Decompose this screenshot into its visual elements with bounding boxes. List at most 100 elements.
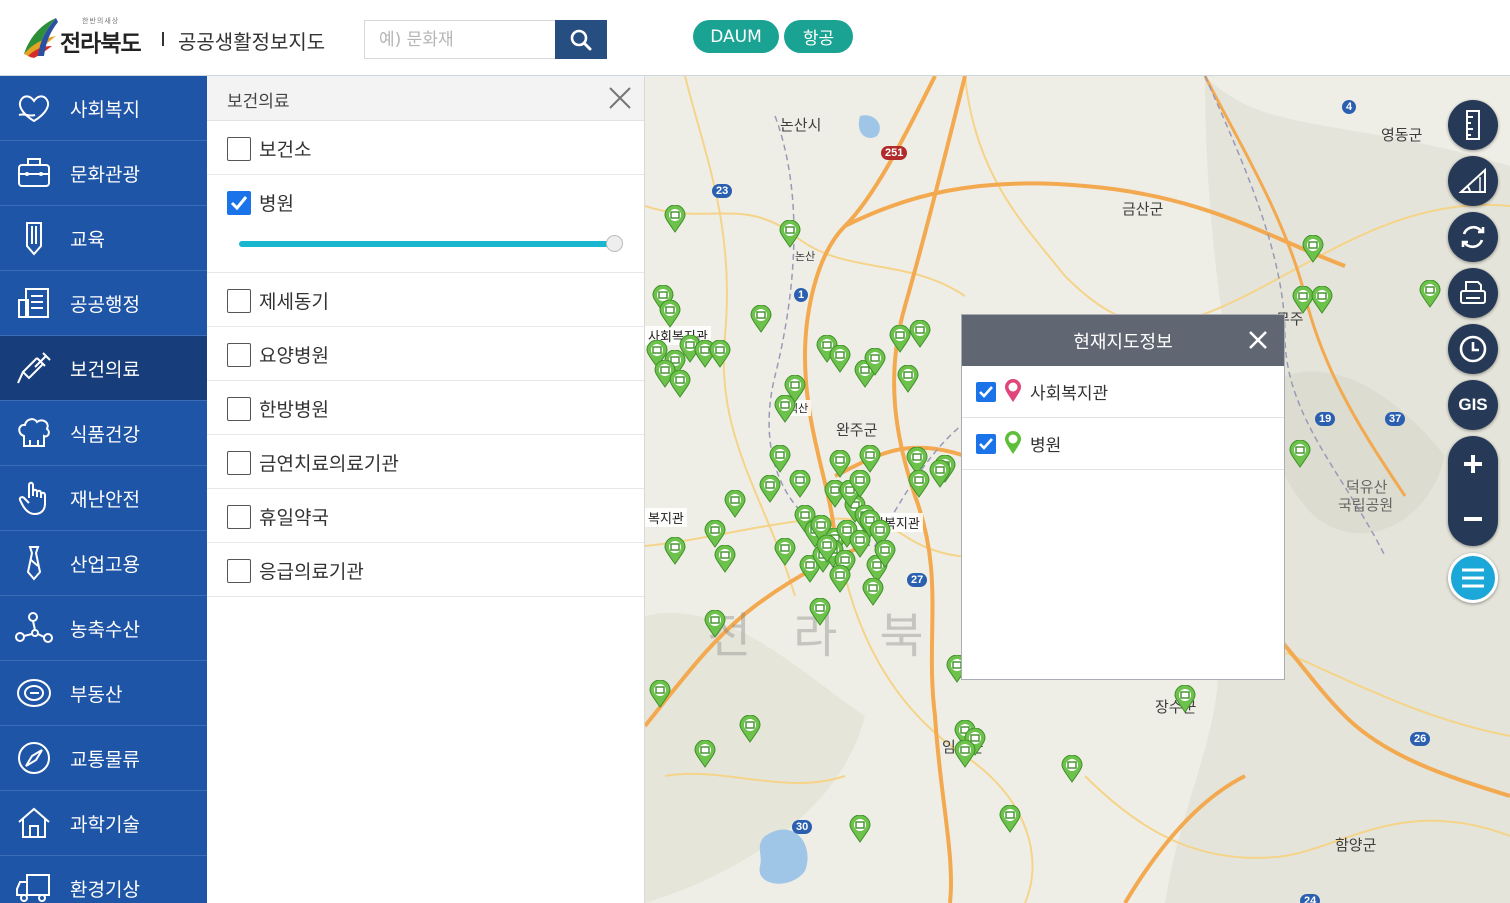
hospital-marker-icon[interactable] (1174, 685, 1196, 713)
document-building-icon (12, 283, 56, 323)
option-checkbox[interactable] (227, 343, 251, 367)
hospital-marker-icon[interactable] (789, 470, 811, 498)
close-icon[interactable] (608, 86, 632, 110)
sidebar-item-safety[interactable]: 재난안전 (0, 466, 207, 531)
option-checkbox[interactable] (227, 451, 251, 475)
zoom-out-button[interactable] (1448, 491, 1498, 546)
sidebar-item-label: 문화관광 (70, 163, 140, 186)
hospital-marker-icon[interactable] (1311, 286, 1333, 314)
panel-header: 보건의료 (207, 76, 644, 121)
sidebar-item-transport[interactable]: 교통물류 (0, 726, 207, 791)
hospital-marker-icon[interactable] (1289, 440, 1311, 468)
syringe-icon (12, 348, 56, 388)
hospital-marker-icon[interactable] (849, 470, 871, 498)
zoom-in-button[interactable] (1448, 436, 1498, 491)
hospital-marker-icon[interactable] (759, 475, 781, 503)
hospital-marker-icon[interactable] (774, 395, 796, 423)
option-checkbox[interactable] (227, 191, 251, 215)
hospital-marker-icon[interactable] (779, 220, 801, 248)
hospital-marker-icon[interactable] (829, 450, 851, 478)
slider-thumb[interactable] (606, 235, 623, 252)
hospital-marker-icon[interactable] (862, 578, 884, 606)
hospital-marker-icon[interactable] (704, 610, 726, 638)
hospital-marker-icon[interactable] (739, 715, 761, 743)
hospital-marker-icon[interactable] (669, 370, 691, 398)
option-checkbox[interactable] (227, 137, 251, 161)
tie-icon (12, 543, 56, 583)
suitcase-icon (12, 153, 56, 193)
hospital-marker-icon[interactable] (897, 365, 919, 393)
hospital-marker-icon[interactable] (829, 565, 851, 593)
option-checkbox[interactable] (227, 397, 251, 421)
sidebar-item-health[interactable]: 보건의료 (0, 336, 207, 401)
hospital-marker-icon[interactable] (694, 740, 716, 768)
sidebar-item-realestate[interactable]: 부동산 (0, 661, 207, 726)
hospital-marker-icon[interactable] (954, 740, 976, 768)
sidebar-item-administration[interactable]: 공공행정 (0, 271, 207, 336)
sidebar-item-industry[interactable]: 산업고용 (0, 531, 207, 596)
site-title: 공공생활정보지도 (178, 30, 326, 54)
map-menu-button[interactable] (1448, 553, 1498, 603)
gis-button[interactable]: GIS (1448, 380, 1498, 430)
hospital-marker-icon[interactable] (849, 815, 871, 843)
sidebar-item-welfare[interactable]: 사회복지 (0, 76, 207, 141)
sidebar-item-label: 농축수산 (70, 618, 140, 641)
hospital-marker-icon[interactable] (769, 445, 791, 473)
close-icon[interactable] (1248, 330, 1268, 350)
option-checkbox[interactable] (227, 289, 251, 313)
hospital-marker-icon[interactable] (714, 545, 736, 573)
hospital-marker-icon[interactable] (909, 320, 931, 348)
option-label: 금연치료의료기관 (259, 453, 399, 475)
hospital-marker-icon[interactable] (874, 540, 896, 568)
map-place-label: 금산군 (1122, 200, 1164, 218)
info-layer-row: 사회복지관 (962, 366, 1284, 418)
option-label: 병원 (259, 193, 294, 215)
layer-label: 사회복지관 (1030, 384, 1109, 404)
sidebar-item-food[interactable]: 식품건강 (0, 401, 207, 466)
hospital-marker-icon[interactable] (750, 305, 772, 333)
history-button[interactable] (1448, 324, 1498, 374)
hospital-marker-icon[interactable] (889, 325, 911, 353)
hospital-marker-icon[interactable] (816, 535, 838, 563)
hospital-marker-icon[interactable] (664, 205, 686, 233)
option-checkbox[interactable] (227, 505, 251, 529)
sidebar-item-education[interactable]: 교육 (0, 206, 207, 271)
option-checkbox[interactable] (227, 559, 251, 583)
map-type-aerial-button[interactable]: 항공 (784, 20, 853, 53)
sidebar-item-culture[interactable]: 문화관광 (0, 141, 207, 206)
hospital-marker-icon[interactable] (774, 538, 796, 566)
hospital-marker-icon[interactable] (704, 520, 726, 548)
print-button[interactable] (1448, 268, 1498, 318)
hospital-marker-icon[interactable] (999, 805, 1021, 833)
sidebar-item-agriculture[interactable]: 농축수산 (0, 596, 207, 661)
search-box (364, 20, 556, 59)
hospital-marker-icon[interactable] (929, 460, 951, 488)
hospital-marker-icon[interactable] (864, 348, 886, 376)
hospital-marker-icon[interactable] (829, 345, 851, 373)
hospital-marker-icon[interactable] (649, 680, 671, 708)
layer-checkbox[interactable] (976, 434, 996, 454)
hospital-marker-icon[interactable] (664, 537, 686, 565)
hospital-marker-icon[interactable] (659, 300, 681, 328)
hospital-marker-icon[interactable] (859, 445, 881, 473)
map-type-daum-button[interactable]: DAUM (693, 20, 779, 53)
jeonbuk-logo[interactable]: 한반의새상 전라북도 (20, 14, 160, 58)
sidebar-item-environment[interactable]: 환경기상 (0, 856, 207, 903)
search-button[interactable] (555, 20, 607, 59)
sidebar-item-label: 부동산 (70, 683, 123, 706)
hospital-marker-icon[interactable] (1419, 280, 1441, 308)
refresh-button[interactable] (1448, 212, 1498, 262)
hospital-marker-icon[interactable] (724, 490, 746, 518)
hospital-marker-icon[interactable] (1061, 755, 1083, 783)
hospital-marker-icon[interactable] (709, 340, 731, 368)
hospital-marker-icon[interactable] (1302, 235, 1324, 263)
route-shield: 23 (712, 184, 733, 198)
hospital-marker-icon[interactable] (809, 598, 831, 626)
ruler-tool-button[interactable] (1448, 100, 1498, 150)
area-measure-button[interactable] (1448, 156, 1498, 206)
sidebar-item-science[interactable]: 과학기술 (0, 791, 207, 856)
search-input[interactable] (365, 21, 556, 58)
hospital-marker-icon[interactable] (908, 470, 930, 498)
layer-checkbox[interactable] (976, 382, 996, 402)
opacity-slider[interactable] (239, 235, 623, 252)
